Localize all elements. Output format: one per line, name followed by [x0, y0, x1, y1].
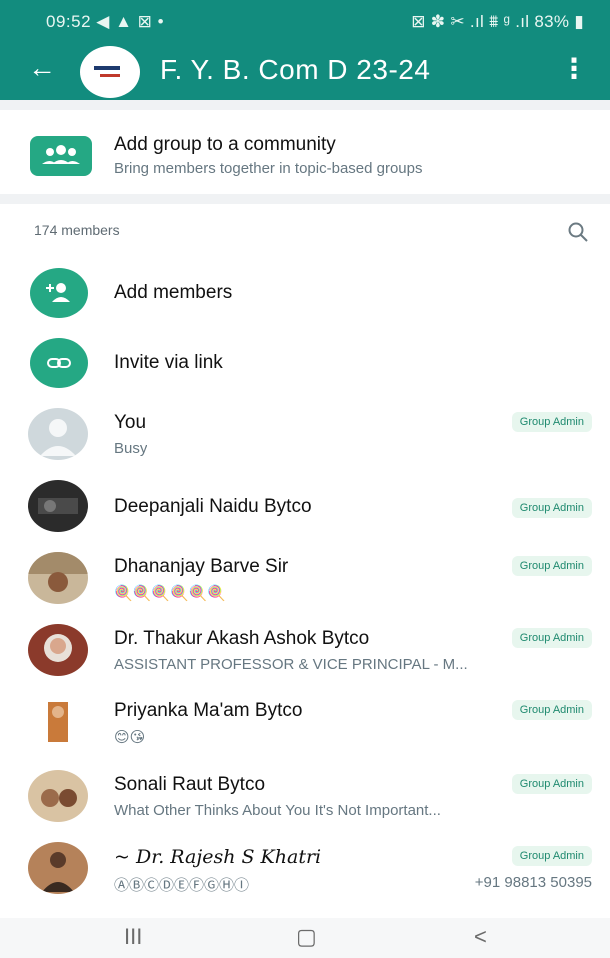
member-status: 🍭🍭🍭🍭🍭🍭 — [114, 585, 227, 602]
back-button[interactable]: < — [474, 924, 487, 950]
home-button[interactable]: ▢ — [296, 924, 317, 950]
search-icon[interactable] — [566, 220, 590, 244]
add-members-row[interactable]: Add members — [0, 262, 610, 328]
status-right: ⊠ ✽ ✂ .ıl ⩩ ᵍ .ıl 83% ▮ — [411, 12, 584, 32]
member-name: You — [114, 412, 147, 433]
group-admin-badge: Group Admin — [511, 412, 592, 432]
invite-via-link-label: Invite via link — [114, 352, 223, 373]
status-left-icons: ◀ ▲ ⊠ • — [96, 12, 165, 31]
group-admin-badge: Group Admin — [511, 846, 592, 866]
community-title: Add group to a community — [114, 134, 336, 155]
member-row[interactable]: Dhananjay Barve Sir 🍭🍭🍭🍭🍭🍭 Group Admin — [0, 550, 610, 616]
more-vert-icon[interactable]: ⋮ — [560, 54, 588, 84]
avatar — [28, 696, 88, 748]
member-status: Busy — [114, 440, 148, 457]
member-name: Sonali Raut Bytco — [114, 774, 266, 795]
avatar — [28, 480, 88, 532]
group-avatar[interactable] — [80, 46, 140, 98]
community-subtitle: Bring members together in topic-based gr… — [114, 160, 423, 177]
back-arrow-icon[interactable]: ← — [28, 52, 56, 84]
recent-apps-button[interactable]: III — [124, 924, 142, 950]
member-row[interactable]: Priyanka Ma'am Bytco 😊😘 Group Admin — [0, 694, 610, 760]
member-phone: +91 98813 50395 — [474, 874, 592, 891]
member-row[interactable]: Dr. Thakur Akash Ashok Bytco ASSISTANT P… — [0, 622, 610, 688]
member-name: Dhananjay Barve Sir — [114, 556, 289, 577]
section-divider — [0, 194, 610, 204]
link-icon — [30, 338, 88, 388]
system-nav-bar: III ▢ < — [0, 918, 610, 958]
group-admin-badge: Group Admin — [511, 556, 592, 576]
member-status: What Other Thinks About You It's Not Imp… — [114, 802, 441, 819]
status-bar: 09:52 ◀ ▲ ⊠ • ⊠ ✽ ✂ .ıl ⩩ ᵍ .ıl 83% ▮ — [0, 0, 610, 40]
member-status: ⒶⒷⒸⒹⒺⒻⒼⒽⒾ — [114, 877, 250, 894]
add-members-label: Add members — [114, 282, 233, 303]
member-row[interactable]: Sonali Raut Bytco What Other Thinks Abou… — [0, 768, 610, 834]
member-name: ~ Dr. Rajesh S Khatri — [114, 846, 322, 868]
invite-via-link-row[interactable]: Invite via link — [0, 332, 610, 398]
person-add-icon — [30, 268, 88, 318]
member-row[interactable]: You Busy Group Admin — [0, 406, 610, 472]
group-admin-badge: Group Admin — [511, 700, 592, 720]
group-title[interactable]: F. Y. B. Com D 23-24 — [160, 54, 430, 86]
avatar — [28, 624, 88, 676]
group-avatar-logo-line — [94, 66, 120, 70]
group-admin-badge: Group Admin — [511, 774, 592, 794]
member-row[interactable]: Deepanjali Naidu Bytco Group Admin — [0, 478, 610, 544]
status-left: 09:52 ◀ ▲ ⊠ • — [46, 12, 164, 32]
group-admin-badge: Group Admin — [511, 498, 592, 518]
avatar — [28, 770, 88, 822]
battery-icon: ▮ — [574, 12, 584, 31]
status-time: 09:52 — [46, 12, 92, 31]
member-status: 😊😘 — [114, 729, 146, 746]
member-name: Deepanjali Naidu Bytco — [114, 496, 312, 517]
app-bar: ← F. Y. B. Com D 23-24 ⋮ — [0, 40, 610, 100]
status-right-icons: ⊠ ✽ ✂ .ıl ⩩ ᵍ .ıl — [411, 12, 530, 31]
community-icon — [30, 136, 92, 176]
group-avatar-logo-line — [100, 74, 120, 77]
member-status: ASSISTANT PROFESSOR & VICE PRINCIPAL - M… — [114, 656, 468, 673]
default-avatar-icon — [28, 408, 88, 460]
member-row[interactable]: ~ Dr. Rajesh S Khatri ⒶⒷⒸⒹⒺⒻⒼⒽⒾ Group Ad… — [0, 840, 610, 906]
avatar — [28, 552, 88, 604]
section-divider — [0, 100, 610, 110]
member-name: Priyanka Ma'am Bytco — [114, 700, 303, 721]
battery-level: 83% — [534, 12, 570, 31]
avatar — [28, 842, 88, 894]
group-admin-badge: Group Admin — [511, 628, 592, 648]
add-to-community-row[interactable]: Add group to a community Bring members t… — [0, 118, 610, 194]
members-count: 174 members — [34, 222, 120, 238]
member-name: Dr. Thakur Akash Ashok Bytco — [114, 628, 370, 649]
